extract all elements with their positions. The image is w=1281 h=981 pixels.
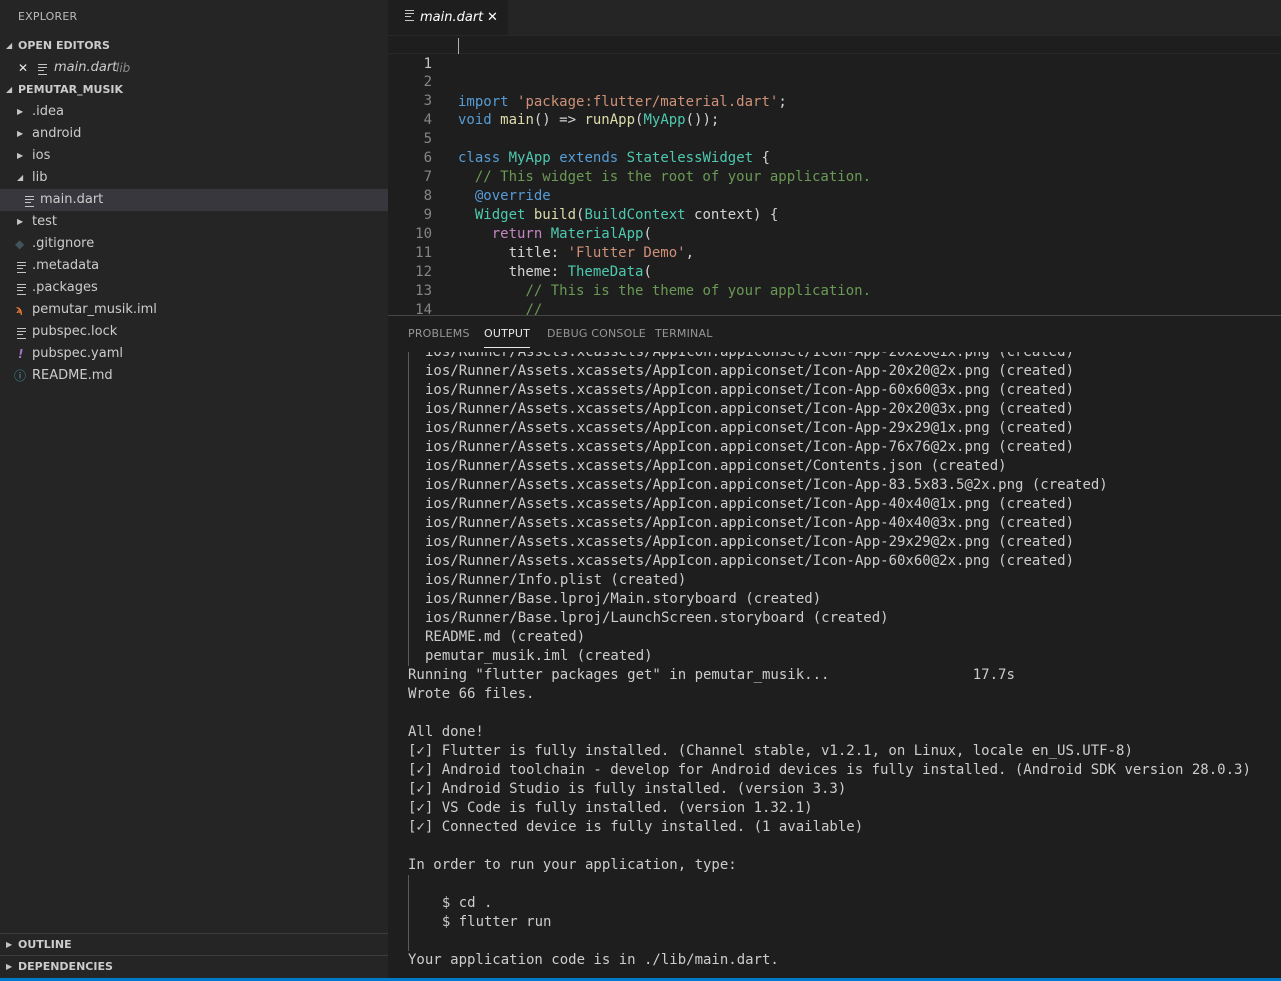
code-line[interactable]: 6 // This widget is the root of your app… [388,130,1281,185]
output-line: $ cd . [425,895,493,911]
open-editor-label: main.dart [54,60,118,75]
tree-item-ios[interactable]: ▶ ios [0,145,388,167]
output-line: [✓] Android Studio is fully installed. (… [408,781,847,797]
output-line: ios/Runner/Assets.xcassets/AppIcon.appic… [425,439,1075,455]
output-line: ios/Runner/Base.lproj/Main.storyboard (c… [425,591,822,607]
code-line[interactable]: 4 [388,92,1281,128]
output-line: Your application code is in ./lib/main.d… [408,952,779,968]
dependencies-header[interactable]: ▶ DEPENDENCIES [0,956,388,978]
output-line: ios/Runner/Assets.xcassets/AppIcon.appic… [425,515,1075,531]
open-editors-header[interactable]: ◢ OPEN EDITORS [0,35,388,57]
file-lines-icon [405,0,414,35]
tree-item-android[interactable]: ▶ android [0,123,388,145]
code-line[interactable]: 1 import 'package:flutter/material.dart'… [388,35,1281,110]
open-editor-description: lib [116,61,131,75]
code-line[interactable]: 11 theme: ThemeData( [388,225,1281,280]
tab-main-dart[interactable]: main.dart ✕ [388,0,508,35]
output-line: README.md (created) [425,629,586,645]
chevron-right-icon: ▶ [6,962,13,971]
output-line: In order to run your application, type: [408,857,737,873]
tree-item-pubspec-lock[interactable]: pubspec.lock [0,321,388,343]
tree-item-lib[interactable]: ◢ lib [0,167,388,189]
code-line[interactable]: 2 [388,54,1281,90]
output-line: ios/Runner/Assets.xcassets/AppIcon.appic… [425,420,1075,436]
code-editor[interactable]: 1 import 'package:flutter/material.dart'… [388,35,1281,315]
output-line: ios/Runner/Info.plist (created) [425,572,687,588]
output-line: Wrote 66 files. [408,686,535,702]
bottom-panel: PROBLEMS OUTPUT DEBUG CONSOLE TERMINAL i… [388,315,1281,979]
output-line: [✓] Flutter is fully installed. (Channel… [408,743,1133,759]
code-line[interactable]: 8 Widget build(BuildContext context) { [388,168,1281,223]
code-line[interactable]: 13 // [388,263,1281,315]
tab-problems[interactable]: PROBLEMS [408,327,470,340]
chevron-down-icon: ◢ [17,173,24,182]
explorer-title: EXPLORER [18,10,78,23]
output-line: [✓] Connected device is fully installed.… [408,819,864,835]
exclamation-icon: ! [18,347,24,361]
panel-tab-bar: PROBLEMS OUTPUT DEBUG CONSOLE TERMINAL [388,316,1281,351]
output-line: ios/Runner/Assets.xcassets/AppIcon.appic… [425,553,1075,569]
code-line[interactable]: 7 @override [388,149,1281,204]
output-line: ios/Runner/Base.lproj/LaunchScreen.story… [425,610,889,626]
output-line: $ flutter run [425,914,552,930]
chevron-right-icon: ▶ [17,129,24,138]
tree-item-main-dart[interactable]: main.dart [0,189,388,211]
rss-icon: ϡ [16,303,23,316]
code-line[interactable]: 3 void main() => runApp(MyApp()); [388,73,1281,128]
tree-item-idea[interactable]: ▶ .idea [0,101,388,123]
chevron-right-icon: ▶ [17,151,24,160]
output-line: [✓] Android toolchain - develop for Andr… [408,762,1251,778]
output-line: ios/Runner/Assets.xcassets/AppIcon.appic… [425,458,1007,474]
output-line: ios/Runner/Assets.xcassets/AppIcon.appic… [425,534,1075,550]
tab-output[interactable]: OUTPUT [484,327,530,340]
active-tab-indicator [484,347,530,348]
output-log[interactable]: ios/Runner/Assets.xcassets/AppIcon.appic… [388,352,1281,979]
chevron-down-icon: ◢ [6,85,13,94]
tree-item-packages[interactable]: .packages [0,277,388,299]
info-icon: ⓘ [14,369,27,383]
tree-item-gitignore[interactable]: ◆ .gitignore [0,233,388,255]
indent-guide [408,352,409,666]
output-line: ios/Runner/Assets.xcassets/AppIcon.appic… [425,401,1075,417]
output-line: ios/Runner/Assets.xcassets/AppIcon.appic… [425,363,1075,379]
output-line: pemutar_musik.iml (created) [425,648,653,664]
tab-label: main.dart [420,10,484,25]
chevron-right-icon: ▶ [6,940,13,949]
output-line: All done! [408,724,484,740]
close-icon[interactable]: ✕ [487,0,498,35]
indent-guide [408,875,409,951]
tree-item-pubspec-yaml[interactable]: ! pubspec.yaml [0,343,388,365]
code-line[interactable]: 15 // application has a blue toolbar. Th… [388,301,1281,315]
explorer-sidebar: EXPLORER ◢ OPEN EDITORS ✕ main.dart lib … [0,0,388,978]
tree-item-test[interactable]: ▶ test [0,211,388,233]
tree-item-iml[interactable]: ϡ pemutar_musik.iml [0,299,388,321]
chevron-right-icon: ▶ [17,107,24,116]
close-icon[interactable]: ✕ [18,57,28,79]
editor-tab-bar: main.dart ✕ [388,0,1281,35]
code-line[interactable]: 9 return MaterialApp( [388,187,1281,242]
output-line: ios/Runner/Assets.xcassets/AppIcon.appic… [425,477,1108,493]
code-line[interactable]: 5 class MyApp extends StatelessWidget { [388,111,1281,166]
code-line[interactable]: 10 title: 'Flutter Demo', [388,206,1281,261]
output-line: Running "flutter packages get" in pemuta… [408,667,1015,683]
project-header[interactable]: ◢ PEMUTAR_MUSIK [0,79,388,101]
git-diamond-icon: ◆ [15,237,25,251]
output-line: ios/Runner/Assets.xcassets/AppIcon.appic… [425,352,1075,360]
output-line: ios/Runner/Assets.xcassets/AppIcon.appic… [425,382,1075,398]
outline-header[interactable]: ▶ OUTLINE [0,934,388,956]
tab-debug-console[interactable]: DEBUG CONSOLE [547,327,646,340]
code-line[interactable]: 12 // This is the theme of your applicat… [388,244,1281,299]
code-line[interactable]: 14 // Try running your application with … [388,282,1281,315]
chevron-right-icon: ▶ [17,217,24,226]
tab-terminal[interactable]: TERMINAL [655,327,713,340]
output-line: [✓] VS Code is fully installed. (version… [408,800,813,816]
output-line: ios/Runner/Assets.xcassets/AppIcon.appic… [425,496,1075,512]
open-editor-item-main-dart[interactable]: ✕ main.dart lib [0,57,388,79]
tree-item-metadata[interactable]: .metadata [0,255,388,277]
chevron-down-icon: ◢ [6,41,13,50]
text-cursor [458,38,459,54]
tree-item-readme[interactable]: ⓘ README.md [0,365,388,387]
